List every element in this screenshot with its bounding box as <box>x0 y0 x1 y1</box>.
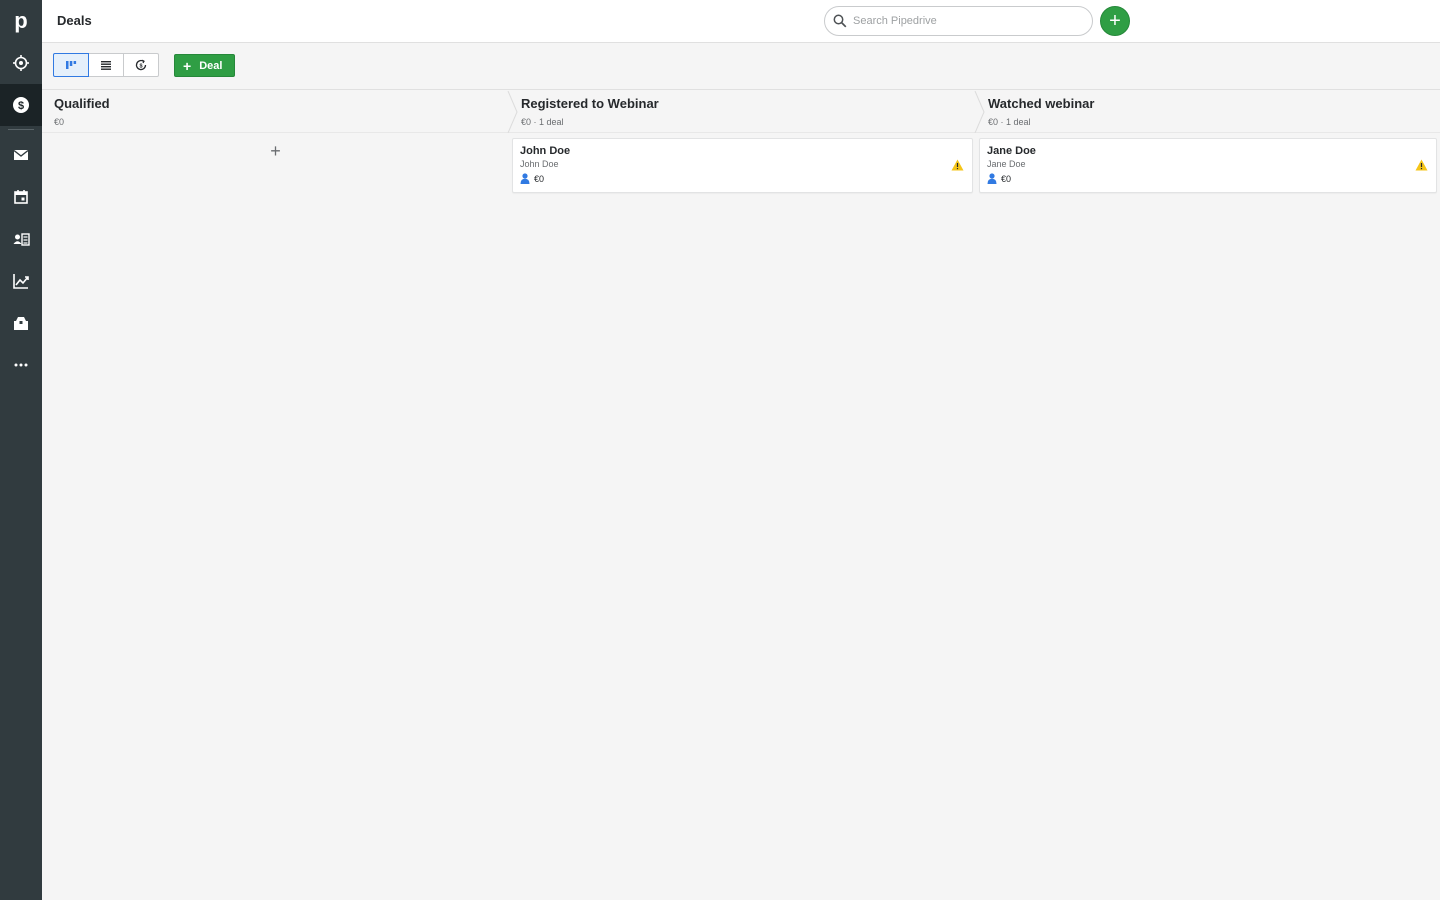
leads-icon <box>13 55 29 71</box>
stage-header: Watched webinar €0 · 1 deal <box>976 91 1440 133</box>
deal-title: Jane Doe <box>987 145 1036 157</box>
list-view-icon <box>101 61 111 70</box>
stage-name: Watched webinar <box>988 96 1095 111</box>
page-title: Deals <box>57 13 92 28</box>
sidebar-divider <box>8 129 34 130</box>
sidebar-item-activities[interactable] <box>0 176 42 218</box>
plus-icon: + <box>1109 10 1121 32</box>
deal-value: €0 <box>1001 173 1012 184</box>
search-icon <box>833 14 847 28</box>
stage-column-watched-webinar: Watched webinar €0 · 1 deal Jane Doe Jan… <box>976 91 1440 900</box>
warning-icon[interactable] <box>951 159 964 171</box>
deal-title: John Doe <box>520 145 571 157</box>
more-icon <box>14 363 28 367</box>
stage-summary: €0 · 1 deal <box>988 117 1031 127</box>
forecast-view-button[interactable]: $ <box>123 53 159 77</box>
pipeline-view-button[interactable] <box>53 53 89 77</box>
deals-icon: $ <box>13 97 29 113</box>
stage-header: Registered to Webinar €0 · 1 deal <box>509 91 985 133</box>
pipedrive-logo[interactable]: p <box>0 0 42 42</box>
logo-letter: p <box>14 8 28 33</box>
sidebar-item-products[interactable] <box>0 302 42 344</box>
sidebar-item-contacts[interactable] <box>0 218 42 260</box>
quick-add-button[interactable]: + <box>1100 6 1130 36</box>
deal-person: John Doe <box>520 159 559 169</box>
insights-icon <box>13 274 29 289</box>
add-deal-button[interactable]: + Deal <box>174 54 236 77</box>
deal-person: Jane Doe <box>987 159 1026 169</box>
search-input[interactable] <box>853 15 1073 27</box>
mail-icon <box>13 149 29 160</box>
svg-text:$: $ <box>18 100 24 112</box>
plus-icon: + <box>183 57 192 74</box>
sidebar-item-leads[interactable] <box>0 42 42 84</box>
warning-icon[interactable] <box>1415 159 1428 171</box>
sidebar-item-mail[interactable] <box>0 134 42 176</box>
products-icon <box>14 317 28 330</box>
sidebar: p $ <box>0 0 42 900</box>
deal-value: €0 <box>534 173 545 184</box>
sidebar-item-deals[interactable]: $ <box>0 84 42 126</box>
deal-footer: €0 <box>987 173 1429 184</box>
pipeline-board: Qualified €0 + Registered to Webinar €0 … <box>42 91 1440 900</box>
stage-header: Qualified €0 <box>42 91 518 133</box>
list-view-button[interactable] <box>88 53 124 77</box>
view-switcher: $ <box>53 53 159 77</box>
stage-name: Qualified <box>54 96 110 111</box>
stage-summary: €0 <box>54 117 65 127</box>
calendar-icon <box>14 190 28 204</box>
svg-text:$: $ <box>139 63 142 69</box>
sidebar-item-insights[interactable] <box>0 260 42 302</box>
stage-summary: €0 · 1 deal <box>521 117 564 127</box>
contacts-icon <box>13 233 30 246</box>
stage-name: Registered to Webinar <box>521 96 659 111</box>
deal-card[interactable]: Jane Doe Jane Doe €0 <box>979 138 1437 193</box>
person-icon <box>520 173 530 184</box>
search-box[interactable] <box>824 6 1093 36</box>
toolbar: $ + Deal <box>42 43 1440 90</box>
pipeline-view-icon <box>66 61 77 69</box>
deal-card[interactable]: John Doe John Doe €0 <box>512 138 973 193</box>
person-icon <box>987 173 997 184</box>
forecast-view-icon: $ <box>135 59 147 71</box>
deal-footer: €0 <box>520 173 965 184</box>
stage-column-registered-to-webinar: Registered to Webinar €0 · 1 deal John D… <box>509 91 985 900</box>
top-bar: Deals + <box>42 0 1440 43</box>
stage-add-deal-button[interactable]: + <box>42 141 509 162</box>
add-deal-label: Deal <box>199 59 223 72</box>
sidebar-item-more[interactable] <box>0 344 42 386</box>
stage-column-qualified: Qualified €0 + <box>42 91 518 900</box>
